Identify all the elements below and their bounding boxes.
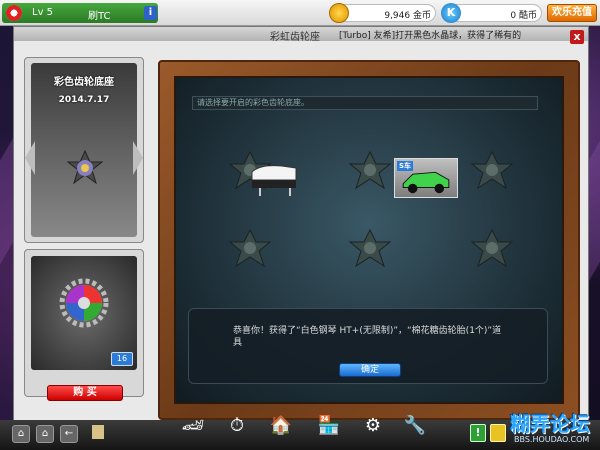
chalkboard-frame: 请选择要开启的彩色齿轮底座。 S车 恭喜你！获得了“白色钢琴 HT+(无限制)”… [158, 60, 580, 420]
item-name: 彩色齿轮底座 [54, 77, 114, 88]
shop-icon[interactable]: 🏪 [314, 410, 344, 444]
recharge-button[interactable]: 欢乐充值 [547, 4, 597, 22]
gear-inventory-preview: 16 [31, 256, 137, 370]
player-level: Lv 5 [32, 7, 54, 18]
player-name: 刷TC [88, 11, 111, 22]
k-coin-icon: K [441, 3, 461, 23]
kcoin-balance: K 0 酷币 [441, 3, 542, 23]
item-preview: 彩色齿轮底座 2014.7.17 [25, 63, 143, 237]
gear-slot-2[interactable] [342, 148, 398, 192]
site-watermark: 糊弄论坛 BBS.HOUDAO.COM [510, 408, 598, 448]
close-button[interactable]: x [570, 30, 584, 44]
item-date: 2014.7.17 [58, 95, 110, 105]
reward-popup: 恭喜你！获得了“白色钢琴 HT+(无限制)”，“棉花糖齿轮胎(1个)”道具 确定 [188, 308, 548, 384]
level-badge-icon [6, 5, 22, 21]
mail-button[interactable] [490, 424, 506, 442]
buy-button[interactable]: 购 买 [47, 385, 123, 401]
coin-icon [329, 3, 349, 23]
white-piano-reward-icon [251, 165, 297, 196]
rainbow-gear-icon [59, 278, 109, 328]
car-rank-badge: S车 [397, 161, 414, 171]
speedometer-icon[interactable]: ⏱ [222, 410, 252, 444]
room-icon[interactable]: ⌂ [36, 425, 54, 443]
gear-base-dialog: 彩虹齿轮座 [Turbo] 友希]打开黑色水晶球，获得了稀有的 x 彩色齿轮底座… [13, 26, 589, 428]
kcoin-amount: 0 [510, 11, 517, 21]
hint-text: 请选择要开启的彩色齿轮底座。 [192, 96, 538, 110]
coin-amount: 9,946 [384, 11, 411, 21]
coin-value: 9,946 金币 [384, 8, 431, 21]
tools-icon[interactable]: 🔧 [400, 410, 430, 444]
gear-slot-6[interactable] [464, 226, 520, 270]
garage-icon[interactable]: 🏠 [266, 410, 296, 444]
race-car-reward-card: S车 [394, 158, 458, 198]
prev-item-arrow-icon[interactable] [25, 141, 35, 175]
back-icon[interactable]: ← [60, 425, 78, 443]
gear-slot-3[interactable] [464, 148, 520, 192]
kart-icon[interactable]: 🏎 [178, 410, 208, 444]
confirm-button[interactable]: 确定 [339, 363, 401, 377]
gear-settings-icon[interactable]: ⚙ [358, 410, 388, 444]
reward-message: 恭喜你！获得了“白色钢琴 HT+(无限制)”，“棉花糖齿轮胎(1个)”道具 [233, 326, 502, 348]
home-icon[interactable]: ⌂ [12, 425, 30, 443]
watermark-title: 糊弄论坛 [510, 412, 590, 436]
chalkboard: 请选择要开启的彩色齿轮底座。 S车 恭喜你！获得了“白色钢琴 HT+(无限制)”… [174, 76, 564, 404]
gear-inventory-panel: 16 购 买 [24, 249, 144, 401]
dialog-title: 彩虹齿轮座 [270, 32, 320, 43]
top-status-bar: Lv 5 刷TC i 9,946 金币 K 0 酷币 欢乐充值 [0, 0, 600, 26]
chat-icon[interactable] [92, 425, 104, 439]
gear-slot-5[interactable] [342, 226, 398, 270]
next-item-arrow-icon[interactable] [133, 141, 143, 175]
item-preview-panel: 彩色齿轮底座 2014.7.17 [24, 57, 144, 243]
gear-base-icon [66, 149, 104, 185]
kcoin-value: 0 酷币 [510, 8, 537, 21]
dialog-title-bar: 彩虹齿轮座 [Turbo] 友希]打开黑色水晶球，获得了稀有的 x [14, 27, 588, 44]
gear-slot-4[interactable] [222, 226, 278, 270]
broadcast-ticker: [Turbo] 友希]打开黑色水晶球，获得了稀有的 [339, 31, 522, 41]
gear-count-badge: 16 [111, 352, 133, 366]
info-button[interactable]: i [144, 6, 157, 20]
notice-button[interactable]: ! [470, 424, 486, 442]
kcoin-unit: 酷币 [518, 11, 537, 21]
coin-balance: 9,946 金币 [329, 3, 436, 23]
watermark-url: BBS.HOUDAO.COM [514, 435, 590, 444]
player-info: Lv 5 刷TC i [2, 3, 158, 23]
coin-unit: 金币 [412, 11, 431, 21]
